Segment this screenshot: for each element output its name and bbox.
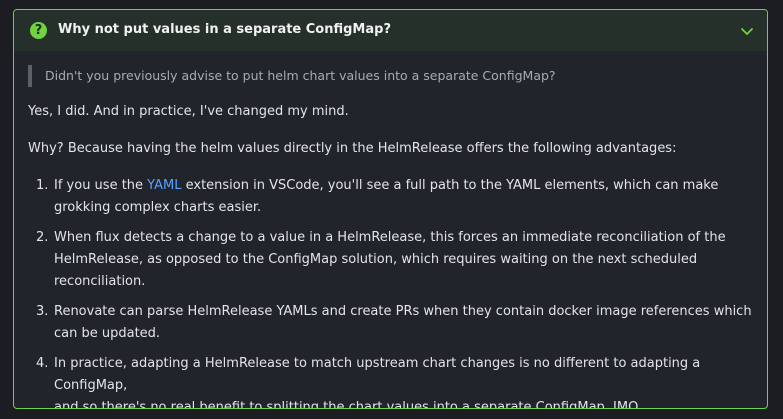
list-item-number: 2. — [36, 230, 49, 245]
list-item-text: Renovate can parse HelmRelease YAMLs and… — [54, 304, 752, 319]
admonition-content: Didn't you previously advise to put helm… — [14, 51, 767, 408]
list-item-text: extension in VSCode, you'll see a full p… — [181, 178, 719, 193]
admonition-question: ? Why not put values in a separate Confi… — [13, 9, 768, 409]
admonition-header[interactable]: ? Why not put values in a separate Confi… — [14, 10, 767, 51]
list-item-text: and so there's no real benefit to splitt… — [54, 400, 642, 409]
list-item-text: In practice, adapting a HelmRelease to m… — [54, 356, 701, 393]
list-item: 1. If you use the YAML extension in VSCo… — [36, 175, 766, 219]
list-item-text: grokking complex charts easier. — [54, 200, 262, 215]
yaml-extension-link[interactable]: YAML — [147, 178, 181, 193]
list-item-text: When flux detects a change to a value in… — [54, 230, 726, 245]
list-item-number: 1. — [36, 178, 49, 193]
advantages-list: 1. If you use the YAML extension in VSCo… — [36, 175, 766, 409]
list-item-number: 4. — [36, 356, 49, 371]
paragraph-answer: Yes, I did. And in practice, I've change… — [28, 104, 349, 119]
list-item-text: If you use the — [54, 178, 148, 193]
list-item-text: can be updated. — [54, 326, 161, 341]
list-item: 3. Renovate can parse HelmRelease YAMLs … — [36, 301, 766, 345]
list-item-text: HelmRelease, as opposed to the ConfigMap… — [54, 252, 698, 267]
list-item: 2. When flux detects a change to a value… — [36, 227, 766, 293]
list-item-text: reconciliation. — [54, 274, 146, 289]
list-item-number: 3. — [36, 304, 49, 319]
admonition-title: Why not put values in a separate ConfigM… — [58, 22, 391, 37]
blockquote: Didn't you previously advise to put helm… — [28, 65, 556, 87]
question-circle-icon: ? — [30, 22, 47, 39]
chevron-down-icon[interactable] — [740, 24, 754, 38]
list-item: 4. In practice, adapting a HelmRelease t… — [36, 353, 766, 409]
paragraph-why: Why? Because having the helm values dire… — [28, 141, 677, 156]
